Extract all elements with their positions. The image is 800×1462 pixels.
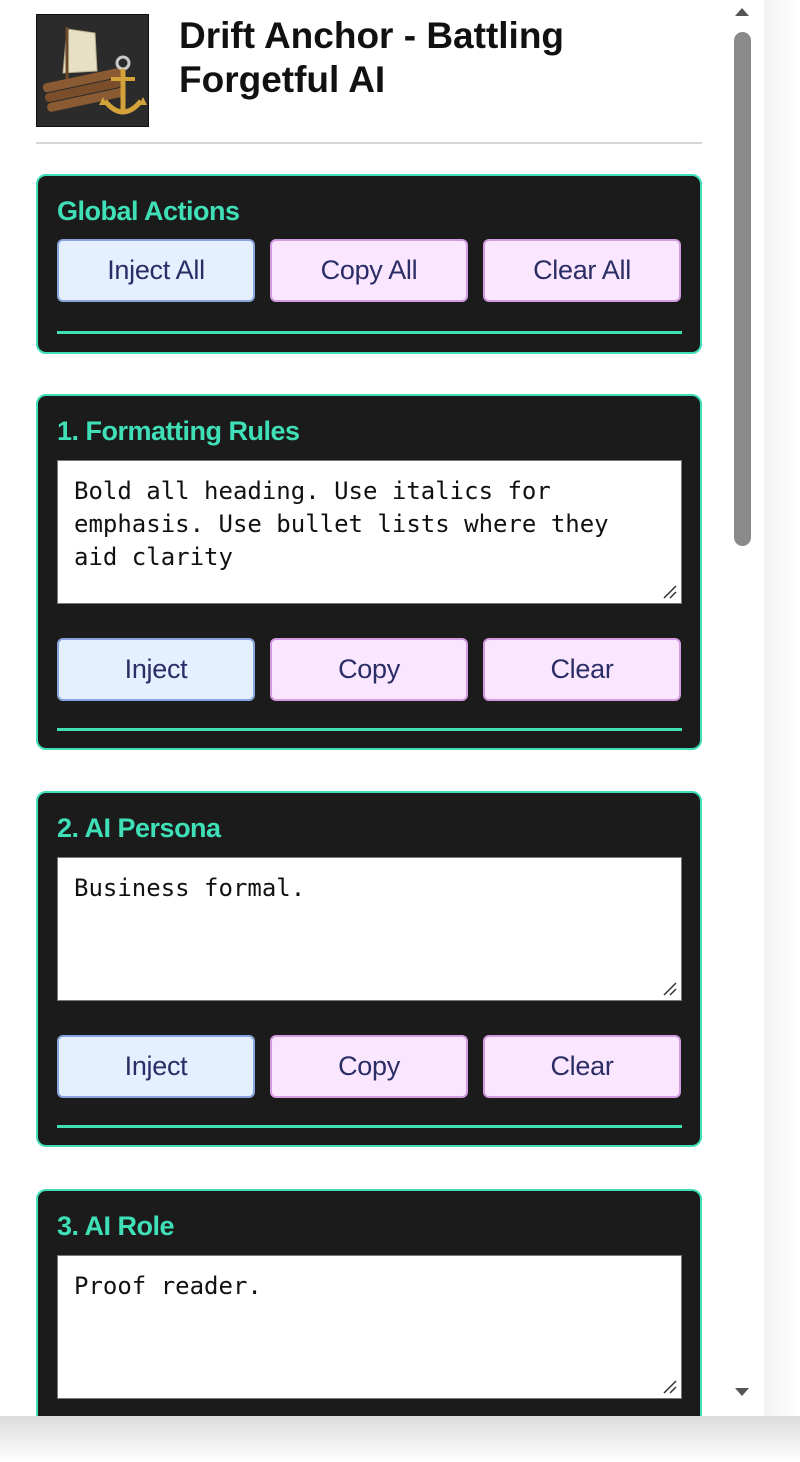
- resize-grip-icon[interactable]: [661, 1378, 677, 1394]
- section-divider: [57, 1125, 682, 1128]
- ai-persona-textarea[interactable]: Business formal.: [57, 857, 682, 1001]
- window-shadow: [0, 1416, 800, 1462]
- ai-role-panel: 3. AI Role Proof reader.: [36, 1189, 702, 1416]
- app-title: Drift Anchor - Battling Forgetful AI: [179, 15, 565, 100]
- copy-button[interactable]: Copy: [270, 638, 468, 701]
- scroll-thumb[interactable]: [734, 32, 751, 546]
- formatting-rules-title: 1. Formatting Rules: [57, 416, 300, 446]
- scroll-up-arrow-icon[interactable]: [730, 0, 754, 24]
- ai-role-title: 3. AI Role: [57, 1211, 175, 1241]
- formatting-rules-textarea[interactable]: Bold all heading. Use italics for emphas…: [57, 460, 682, 604]
- ai-persona-panel: 2. AI Persona Business formal. Inject Co…: [36, 791, 702, 1147]
- extension-popup: Drift Anchor - Battling Forgetful AI Glo…: [0, 0, 764, 1416]
- vertical-scrollbar[interactable]: [730, 0, 754, 1416]
- ai-persona-text: Business formal.: [74, 874, 306, 902]
- window-shadow: [764, 0, 800, 1416]
- copy-button[interactable]: Copy: [270, 1035, 468, 1098]
- scroll-down-arrow-icon[interactable]: [730, 1380, 754, 1404]
- resize-grip-icon[interactable]: [661, 583, 677, 599]
- clear-button[interactable]: Clear: [483, 638, 681, 701]
- global-actions-title: Global Actions: [57, 196, 240, 226]
- header: Drift Anchor - Battling Forgetful AI: [36, 14, 702, 144]
- inject-button[interactable]: Inject: [57, 638, 255, 701]
- section-divider: [57, 331, 682, 334]
- inject-button[interactable]: Inject: [57, 1035, 255, 1098]
- resize-grip-icon[interactable]: [661, 980, 677, 996]
- global-actions-panel: Global Actions Inject All Copy All Clear…: [36, 174, 702, 354]
- formatting-rules-panel: 1. Formatting Rules Bold all heading. Us…: [36, 394, 702, 750]
- ai-persona-title: 2. AI Persona: [57, 813, 221, 843]
- section-divider: [57, 728, 682, 731]
- clear-button[interactable]: Clear: [483, 1035, 681, 1098]
- inject-all-button[interactable]: Inject All: [57, 239, 255, 302]
- copy-all-button[interactable]: Copy All: [270, 239, 468, 302]
- clear-all-button[interactable]: Clear All: [483, 239, 681, 302]
- ai-role-textarea[interactable]: Proof reader.: [57, 1255, 682, 1399]
- ai-role-text: Proof reader.: [74, 1272, 262, 1300]
- raft-anchor-logo: [36, 14, 149, 127]
- formatting-rules-text: Bold all heading. Use italics for emphas…: [74, 477, 609, 571]
